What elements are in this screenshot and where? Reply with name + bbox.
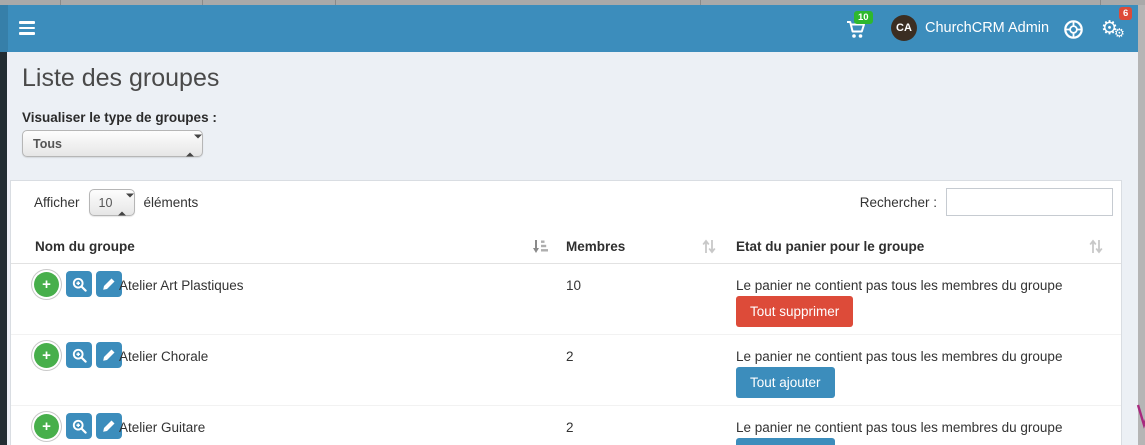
group-type-filter-label: Visualiser le type de groupes : [22,110,217,125]
window-top-edge [0,0,1145,5]
pencil-icon [103,278,115,290]
group-members-count: 2 [566,349,574,364]
navbar-logo-edge [0,5,8,52]
add-group-to-cart-button[interactable]: + [34,271,59,297]
row-actions: + [34,271,122,297]
select-carets-icon [117,193,134,215]
search-control: Rechercher : [860,188,1113,216]
cart-status-text: Le panier ne contient pas tous les membr… [736,420,1063,435]
row-actions: + [34,413,122,439]
page-title: Liste des groupes [22,64,220,92]
help-lifering-icon[interactable] [1063,19,1084,45]
row-actions: + [34,342,122,368]
view-group-button[interactable] [66,413,92,439]
collapsed-sidebar[interactable] [0,52,7,445]
sort-both-icon[interactable] [702,239,716,257]
group-members-count: 2 [566,420,574,435]
desktop-artifact [1136,404,1145,429]
table-row: + Atelier Chorale 2 Le panier ne contien… [11,335,1121,406]
zoom-in-icon [72,348,87,363]
top-navbar: 10 CA ChurchCRM Admin ⚙ ⚙ 6 [0,5,1145,52]
column-header-members[interactable]: Membres [566,239,625,254]
cart-action-button[interactable]: Tout ajouter [736,438,835,445]
pencil-icon [103,420,115,432]
cart-count-badge[interactable]: 10 [854,11,873,25]
groups-panel: Afficher 10 éléments Rechercher : Nom du… [10,180,1122,445]
zoom-in-icon [72,419,87,434]
column-header-name[interactable]: Nom du groupe [35,239,135,254]
view-group-button[interactable] [66,271,92,297]
search-input[interactable] [946,188,1113,216]
table-row: + Atelier Guitare 2 Le panier ne contien… [11,406,1121,445]
settings-gears-icon[interactable]: ⚙ ⚙ [1101,17,1131,43]
group-name[interactable]: Atelier Guitare [119,420,205,435]
column-header-cart-state[interactable]: Etat du panier pour le groupe [736,239,924,254]
table-row: + Atelier Art Plastiques 10 Le panier ne… [11,264,1121,335]
page-length-value: 10 [98,195,113,210]
cart-action-button[interactable]: Tout supprimer [736,296,854,327]
user-name[interactable]: ChurchCRM Admin [925,20,1049,36]
search-label: Rechercher : [859,194,937,210]
select-carets-icon [186,134,202,156]
window-right-edge [1136,0,1145,445]
group-members-count: 10 [566,278,582,293]
cart-action-button[interactable]: Tout ajouter [736,367,835,398]
show-label: Afficher [34,195,80,210]
avatar[interactable]: CA [891,15,917,41]
page-length-control: Afficher 10 éléments [34,189,198,216]
add-group-to-cart-button[interactable]: + [34,413,59,439]
group-type-selected-value: Tous [33,136,62,151]
sidebar-toggle-icon[interactable] [19,21,35,35]
settings-count-badge[interactable]: 6 [1119,7,1133,21]
page-length-select[interactable]: 10 [88,189,135,216]
sort-asc-icon[interactable] [532,239,548,257]
group-type-select[interactable]: Tous [22,130,203,157]
table-header: Nom du groupe Membres Etat du panier pou… [11,231,1121,264]
zoom-in-icon [72,277,87,292]
table-body: + Atelier Art Plastiques 10 Le panier ne… [11,264,1121,445]
sort-both-icon[interactable] [1089,239,1103,257]
view-group-button[interactable] [66,342,92,368]
app-window: 10 CA ChurchCRM Admin ⚙ ⚙ 6 Liste des gro… [0,0,1145,445]
group-name[interactable]: Atelier Art Plastiques [119,278,244,293]
group-name[interactable]: Atelier Chorale [119,349,208,364]
pencil-icon [103,349,115,361]
elements-label: éléments [143,195,199,210]
cart-status-text: Le panier ne contient pas tous les membr… [736,278,1063,293]
cart-status-text: Le panier ne contient pas tous les membr… [736,349,1063,364]
add-group-to-cart-button[interactable]: + [34,342,59,368]
